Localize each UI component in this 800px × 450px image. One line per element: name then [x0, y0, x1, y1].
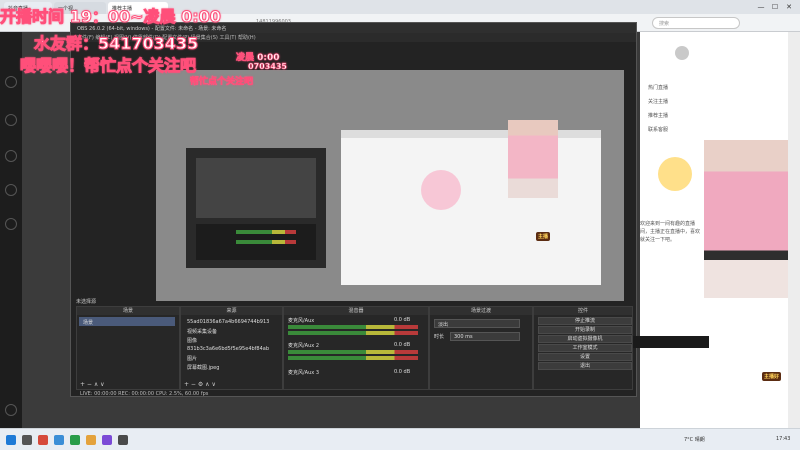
cta-banner: 嘤嘤嘤！帮忙点个关注吧: [19, 56, 197, 76]
right-panel-row[interactable]: 热门直播: [648, 84, 668, 91]
obs-status-bar: LIVE: 00:00:00 REC: 00:00:00 CPU: 2.5%, …: [80, 391, 209, 397]
preview-obs: [186, 148, 326, 268]
preview-browser-bar: [341, 130, 601, 138]
anchor-badge: 主播: [536, 232, 551, 241]
settings-button[interactable]: 设置: [538, 353, 632, 361]
volume-meter: [288, 350, 418, 354]
search-input[interactable]: 搜索: [652, 17, 740, 29]
app-icon[interactable]: [102, 435, 112, 445]
follow-icon[interactable]: [5, 114, 17, 126]
page-left-area: [22, 32, 70, 428]
mascot-icon: [658, 157, 692, 191]
mixer-track-db: 0.0 dB: [394, 369, 411, 375]
mixer-track-db: 0.0 dB: [394, 317, 411, 323]
studio-mode-button[interactable]: 工作室模式: [538, 344, 632, 352]
app-icon[interactable]: [38, 435, 48, 445]
scrollbar[interactable]: [788, 32, 800, 428]
volume-meter: [288, 331, 418, 335]
source-item[interactable]: 图片: [183, 353, 278, 362]
source-item[interactable]: 屏幕截图.jpeg: [183, 362, 278, 371]
preview-obs-canvas: [196, 158, 316, 218]
obs-docks: 未选择源 场景 场景 + − ∧ ∨ 来源 55ad01836a67a4b669…: [76, 299, 633, 390]
volume-meter: [288, 356, 418, 360]
source-label: 未选择源: [76, 299, 97, 305]
preview-image: [421, 170, 461, 210]
minimize-button[interactable]: —: [756, 3, 766, 11]
right-panel-row[interactable]: 关注主播: [648, 98, 668, 105]
live-icon[interactable]: [5, 184, 17, 196]
controls-header: 控件: [534, 307, 632, 315]
app-icon[interactable]: [54, 435, 64, 445]
mixer-track-name: 麦克风/Aux 2: [288, 343, 320, 349]
stop-stream-button[interactable]: 停止推流: [538, 317, 632, 325]
mixer-dock: 混音器 麦克风/Aux 0.0 dB 麦克风/Aux 2 0.0 dB 麦克风/…: [283, 306, 429, 390]
scenes-header: 场景: [77, 307, 179, 315]
mixer-header: 混音器: [284, 307, 428, 315]
preview-meter: [236, 230, 296, 234]
duration-input[interactable]: 300 ms: [450, 332, 520, 341]
streamer-photo-large: [704, 140, 788, 298]
source-item[interactable]: 视频采集设备: [183, 326, 278, 335]
friends-icon[interactable]: [5, 150, 17, 162]
maximize-button[interactable]: ☐: [770, 3, 780, 11]
sources-dock: 来源 55ad01836a67a4b6694744b913 视频采集设备 图像 …: [180, 306, 283, 390]
inner-qq-banner: 0703435: [248, 62, 287, 72]
obs-window: OBS 26.0.2 (64-bit, windows) - 配置文件: 未命名…: [70, 22, 709, 397]
exit-button[interactable]: 退出: [538, 362, 632, 370]
preview-obs-docks: [196, 224, 316, 260]
duration-label: 时长: [434, 334, 445, 340]
time-banner: 开播时间 19：00~凌晨 0:00: [0, 7, 221, 27]
avatar[interactable]: [675, 46, 689, 60]
search-icon[interactable]: [22, 435, 32, 445]
app-icon[interactable]: [70, 435, 80, 445]
source-item[interactable]: 831b3c3a6e6bd5f5e95e4bf84ab: [183, 344, 278, 353]
source-item[interactable]: 55ad01836a67a4b6694744b913: [183, 317, 278, 326]
site-sidebar: [0, 32, 22, 428]
virtual-camera-button[interactable]: 启动虚拟摄像机: [538, 335, 632, 343]
home-icon[interactable]: [5, 76, 17, 88]
start-recording-button[interactable]: 开始录制: [538, 326, 632, 334]
right-panel-row[interactable]: 联系客服: [648, 126, 668, 133]
game-icon[interactable]: [5, 218, 17, 230]
transitions-dock: 场景过渡 淡出 时长 300 ms: [429, 306, 533, 390]
qq-banner: 水友群：541703435: [33, 34, 199, 54]
volume-meter: [288, 325, 418, 329]
mixer-track-name: 麦克风/Aux: [288, 318, 315, 324]
anchor-badge-large: 主播好: [762, 372, 782, 381]
scene-item[interactable]: 场景: [79, 317, 175, 326]
obs-taskbar-icon[interactable]: [118, 435, 128, 445]
settings-icon[interactable]: [5, 404, 17, 416]
windows-taskbar: 7°C 晴朗 17:43: [0, 428, 800, 450]
weather-text: 7°C 晴朗: [684, 437, 705, 443]
screen: 抖音直播 一个视... 推荐主播 — ☐ ✕ 14811996003 搜索 热门…: [0, 0, 800, 450]
source-item[interactable]: 图像: [183, 335, 278, 344]
streamer-photo: [508, 120, 558, 198]
transitions-header: 场景过渡: [430, 307, 532, 315]
scenes-dock: 场景 场景 + − ∧ ∨: [76, 306, 180, 390]
close-button[interactable]: ✕: [784, 3, 794, 11]
controls-dock: 控件 停止推流 开始录制 启动虚拟摄像机 工作室模式 设置 退出: [533, 306, 633, 390]
sources-header: 来源: [181, 307, 282, 315]
mixer-track-name: 麦克风/Aux 3: [288, 370, 320, 376]
right-panel-text: 欢迎来到一间有趣的直播间，主播正在直播中，喜欢就关注一下吧。: [640, 221, 701, 243]
start-icon[interactable]: [6, 435, 16, 445]
inner-cta-banner: 帮忙点个关注吧: [190, 77, 254, 88]
preview-browser: [341, 130, 601, 285]
scene-controls[interactable]: + − ∧ ∨: [80, 381, 105, 388]
transition-select[interactable]: 淡出: [434, 319, 520, 328]
clock-text: 17:43: [776, 436, 791, 442]
right-panel-row[interactable]: 推荐主播: [648, 112, 668, 119]
app-icon[interactable]: [86, 435, 96, 445]
mixer-track-db: 0.0 dB: [394, 342, 411, 348]
preview-meter: [236, 240, 296, 244]
source-controls[interactable]: + − ⚙ ∧ ∨: [184, 381, 216, 388]
